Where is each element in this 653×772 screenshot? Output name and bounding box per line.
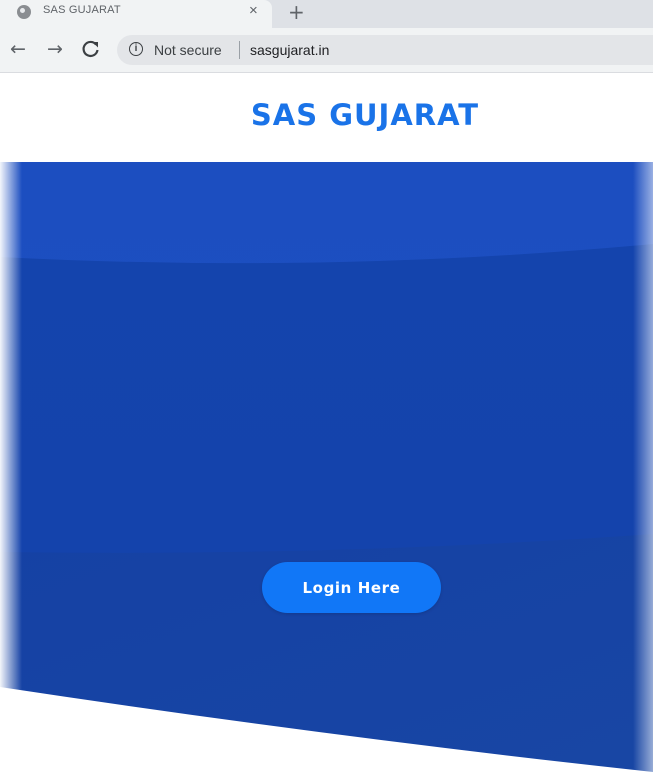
address-bar[interactable]: i Not secure sasgujarat.in <box>117 35 653 65</box>
url-text[interactable]: sasgujarat.in <box>250 42 329 58</box>
globe-icon <box>17 5 31 19</box>
new-tab-icon[interactable]: + <box>288 0 305 24</box>
browser-toolbar: ← → i Not secure sasgujarat.in <box>0 28 653 73</box>
site-header: SAS GUJARAT <box>0 73 653 162</box>
info-icon[interactable]: i <box>129 42 143 56</box>
hero-left-fade <box>0 162 22 772</box>
web-page: SAS GUJARAT Login Here <box>0 73 653 772</box>
reload-icon[interactable] <box>80 38 102 60</box>
login-button[interactable]: Login Here <box>262 562 441 613</box>
hero-section: Login Here <box>0 162 653 772</box>
omnibox-divider <box>239 41 240 59</box>
close-tab-icon[interactable]: × <box>249 2 258 20</box>
site-title: SAS GUJARAT <box>250 98 480 132</box>
hero-right-fade <box>633 162 653 772</box>
browser-tab[interactable]: SAS GUJARAT × <box>0 0 272 28</box>
forward-arrow-icon[interactable]: → <box>44 38 66 60</box>
security-status[interactable]: Not secure <box>154 42 222 58</box>
back-arrow-icon[interactable]: ← <box>7 38 29 60</box>
hero-background <box>0 162 653 772</box>
tab-title: SAS GUJARAT <box>43 4 121 16</box>
browser-tab-strip: SAS GUJARAT × + <box>0 0 653 28</box>
